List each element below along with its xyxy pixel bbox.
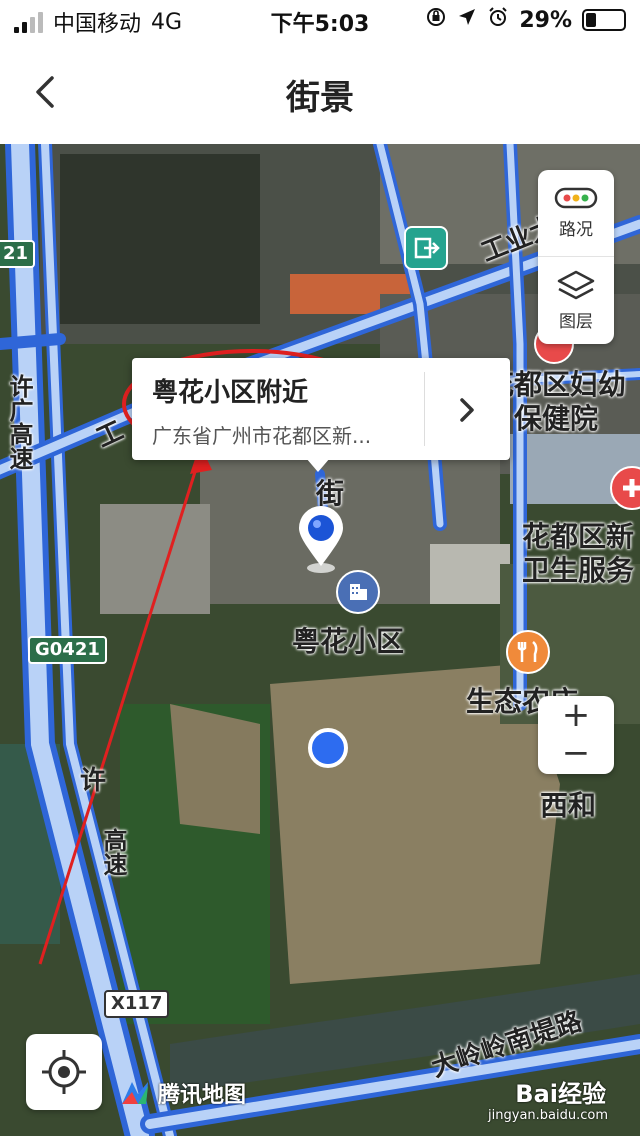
place-xihe-label: 西和 — [540, 789, 597, 822]
tencent-map-logo-icon — [122, 1082, 148, 1104]
road-label-xu: 许 — [80, 766, 107, 796]
zoom-in-icon: + — [561, 695, 591, 735]
map-controls-panel: 路况 图层 — [538, 170, 614, 344]
zoom-out-icon: − — [561, 733, 591, 773]
brand-logo: 腾讯地图 — [118, 1076, 246, 1110]
hospital-cross-icon[interactable] — [610, 466, 640, 510]
exit-icon[interactable] — [404, 226, 448, 270]
zoom-out-button[interactable]: − — [538, 734, 614, 772]
chevron-right-icon — [460, 398, 474, 422]
poi-yuehua-label: 粤花小区 — [292, 625, 405, 658]
highway-shield-g0421: G0421 — [28, 636, 107, 664]
location-arrow-icon — [457, 7, 477, 33]
battery-icon — [582, 9, 626, 31]
building-icon[interactable] — [336, 570, 380, 614]
current-location-dot — [308, 728, 348, 768]
nav-bar: 街景 — [0, 40, 640, 144]
battery-percent: 29% — [519, 7, 572, 33]
popup-tail — [306, 458, 330, 472]
popup-detail-button[interactable] — [442, 388, 492, 432]
traffic-icon — [554, 187, 598, 208]
layers-label: 图层 — [559, 311, 593, 332]
layers-icon — [557, 270, 595, 299]
brand-name: 腾讯地图 — [158, 1083, 247, 1108]
zoom-in-button[interactable]: + — [538, 696, 614, 734]
watermark-url: jingyan.baidu.com — [488, 1108, 608, 1123]
popup-place-name: 粤花小区附近 — [152, 378, 309, 408]
status-bar: 中国移动 4G 下午5:03 29% — [0, 0, 640, 40]
locate-me-button[interactable] — [26, 1034, 102, 1110]
traffic-label: 路况 — [559, 219, 593, 240]
layers-button[interactable]: 图层 — [538, 257, 614, 343]
traffic-toggle-button[interactable]: 路况 — [538, 170, 614, 257]
road-label-xuguang: 许广高速 — [5, 374, 33, 470]
poi-health-center-label: 花都区新卫生服务 — [522, 520, 635, 587]
popup-divider — [424, 372, 425, 446]
crosshair-icon — [42, 1050, 86, 1094]
road-shield-x117: X117 — [104, 990, 170, 1018]
rotation-lock-icon — [425, 6, 447, 34]
popup-address: 广东省广州市花都区新... — [152, 424, 372, 448]
highway-shield-top: 21 — [0, 240, 36, 268]
location-popup[interactable]: 粤花小区附近 广东省广州市花都区新... — [132, 358, 510, 460]
zoom-controls: + − — [538, 696, 614, 774]
street-view-pin-icon[interactable] — [296, 506, 346, 576]
road-label-gaosu: 高速 — [99, 828, 127, 876]
map-view[interactable]: 工业大道 工 许广高速 许 高速 街 花都区妇幼保健院 花都区新卫生服务 粤花小… — [0, 144, 640, 1136]
alarm-icon — [487, 6, 509, 34]
page-title: 街景 — [286, 78, 354, 118]
watermark: Bai经验 — [515, 1080, 606, 1108]
restaurant-icon[interactable] — [506, 630, 550, 674]
